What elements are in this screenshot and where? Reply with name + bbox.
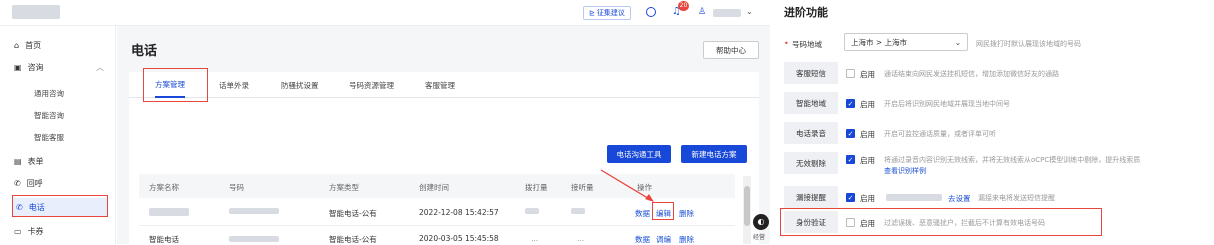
tab-number-resources[interactable]: 号码资源管理 [349,72,394,98]
user-name[interactable] [713,9,741,17]
region-label: 号码地域 [792,40,822,49]
data-link[interactable]: 数据 [635,234,650,245]
sms-checkbox[interactable] [846,69,855,78]
float-service-icon[interactable]: ◐ [753,214,769,230]
smart-region-enable: 启用 [860,100,875,109]
tab-service-management[interactable]: 客服管理 [425,72,455,98]
sms-enable: 启用 [860,70,875,79]
col-created: 创建时间 [419,183,449,192]
invalid-filter-hint: 将通过录音内容识别无效线索，并将无效线索从oCPC模型训练中剔除，提升线索质 [884,156,1141,164]
new-plan-button[interactable]: 新建电话方案 [681,145,747,163]
invalid-filter-checkbox[interactable]: ✓ [846,155,855,164]
col-number: 号码 [229,183,244,192]
col-dial: 拨打量 [525,183,548,192]
invalid-filter-enable: 启用 [860,156,875,165]
edit-link[interactable]: 调编 [656,234,671,245]
notification-badge: 20 [678,1,689,11]
tab-call-records[interactable]: 话单外录 [219,72,249,98]
float-service-label: 经营 [753,234,766,241]
sidebar-item-consult[interactable]: ▣ 咨询 ︿ [14,58,104,76]
sidebar-item-callback[interactable]: ✆ 回呼 [14,174,43,192]
sidebar-item-form[interactable]: ▤ 表单 [14,152,44,170]
row-answer-blurred [571,208,585,214]
col-name: 方案名称 [149,183,179,192]
smart-region-hint: 开启后将识别网民地域并展现当地中间号 [884,100,1010,108]
form-icon: ▤ [14,156,22,166]
row-name-blurred [149,208,189,216]
col-answer: 接听量 [571,183,594,192]
missed-call-blurred [886,194,942,201]
scrollbar-thumb[interactable] [744,186,750,226]
col-type: 方案类型 [329,183,359,192]
missed-call-checkbox[interactable]: ✓ [846,193,855,202]
recording-label: 电话录音 [784,122,838,144]
row-answer: ... [577,234,585,243]
row-created: 2020-03-05 15:45:58 [419,234,499,243]
help-center-button[interactable]: 帮助中心 [703,41,759,59]
coupon-icon: ▭ [14,226,22,236]
chevron-down-icon: ⌄ [954,37,961,47]
smart-region-checkbox[interactable]: ✓ [846,99,855,108]
main-content: 电话 帮助中心 方案管理 话单外录 防骚扰设置 号码资源管理 客服管理 电话沟通… [117,26,770,244]
missed-call-enable: 启用 [860,194,875,203]
row-number-blurred [229,236,279,242]
chevron-down-icon[interactable]: ⌄ [746,7,753,16]
sms-hint: 通话结束向网民发送挂机短信，增加添加微信好友的通路 [884,70,1059,78]
delete-link[interactable]: 删除 [679,208,694,219]
highlight-phone [12,195,108,217]
highlight-tab [143,68,208,102]
highlight-identity [780,208,1102,236]
required-mark: • [784,39,789,48]
row-dial: ... [531,234,539,243]
message-icon[interactable] [646,7,656,17]
row-type: 智能电话-公有 [329,209,377,218]
recording-enable: 启用 [860,130,875,139]
chevron-up-icon: ︿ [96,62,104,72]
missed-call-label: 漏接提醒 [784,186,838,208]
chat-icon: ▣ [14,62,22,72]
sidebar: ⌂ 首页 ▣ 咨询 ︿ 通用咨询 智能咨询 智能客服 ▤ 表单 ✆ 回呼 ✆ 电话 ▭ 卡券 [0,26,116,244]
user-icon[interactable]: ♙ [698,7,708,17]
sms-label: 客服短信 [784,62,838,84]
data-link[interactable]: 数据 [635,208,650,219]
app-window: ⊵ 征集建议 ♫ 20 ♙ ⌄ ⌂ 首页 ▣ 咨询 ︿ 通用咨询 智能咨询 智能客服 ▤… [0,0,770,244]
missed-call-hint: 漏接来电将发送短信提醒 [978,194,1055,202]
row-number-blurred [229,208,279,214]
sidebar-item-coupon[interactable]: ▭ 卡券 [14,222,44,240]
feedback-button[interactable]: ⊵ 征集建议 [583,6,631,20]
region-hint: 网民拨打时默认展现该地域的号码 [976,40,1081,48]
setup-link[interactable]: 去设置 [948,193,971,204]
panel-title: 进阶功能 [784,6,828,19]
home-icon: ⌂ [14,40,20,50]
callback-icon: ✆ [14,178,21,188]
delete-link[interactable]: 删除 [679,234,694,245]
view-samples-link[interactable]: 查看识别样例 [884,166,926,176]
row-type: 智能电话-公有 [329,235,377,244]
invalid-filter-label: 无效剔除 [784,152,838,174]
logo [12,5,60,19]
sidebar-item-smart-service[interactable]: 智能客服 [34,132,64,143]
chart-icon: ⊵ [589,9,595,17]
row-name: 智能电话 [149,235,179,244]
tab-anti-harassment[interactable]: 防骚扰设置 [281,72,319,98]
top-bar: ⊵ 征集建议 ♫ 20 ♙ ⌄ [0,0,770,26]
recording-checkbox[interactable]: ✓ [846,129,855,138]
smart-region-label: 智能地域 [784,92,838,114]
region-select[interactable]: 上海市 > 上海市 ⌄ [844,33,968,51]
sidebar-item-general-consult[interactable]: 通用咨询 [34,88,64,99]
sidebar-item-home[interactable]: ⌂ 首页 [14,36,41,54]
annotation-arrow [600,169,654,202]
advanced-panel: 进阶功能 • 号码地域 上海市 > 上海市 ⌄ 网民拨打时默认展现该地域的号码 … [770,0,1214,244]
recording-hint: 开启可监控通话质量，或者评单可听 [884,130,996,138]
row-dial-blurred [525,208,539,214]
row-created: 2022-12-08 15:42:57 [419,208,499,217]
call-tool-button[interactable]: 电话沟通工具 [607,145,671,163]
page-title: 电话 [131,44,158,59]
sidebar-item-smart-consult[interactable]: 智能咨询 [34,110,64,121]
plan-card: 方案管理 话单外录 防骚扰设置 号码资源管理 客服管理 电话沟通工具 新建电话方… [129,68,759,245]
